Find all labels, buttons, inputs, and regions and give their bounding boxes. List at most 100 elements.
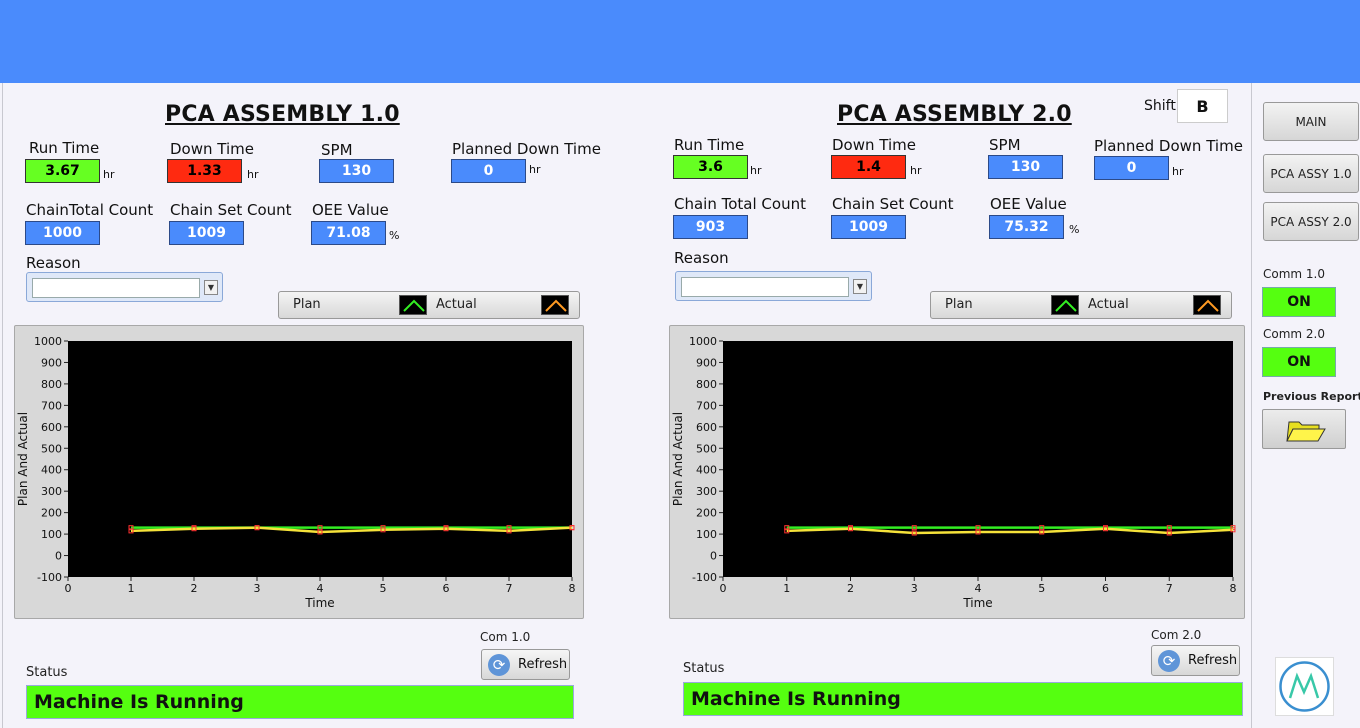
down-time-indicator: 1.33	[167, 159, 242, 183]
x-tick-label: 3	[911, 582, 918, 595]
planned-down-time-indicator: 0	[1094, 156, 1169, 180]
chain-set-count-label: Chain Set Count	[832, 195, 954, 213]
y-tick-label: 400	[41, 464, 62, 477]
run-time-unit: hr	[750, 164, 762, 177]
y-tick-label: 700	[41, 399, 62, 412]
run-time-label: Run Time	[674, 136, 745, 154]
y-tick-label: 500	[41, 442, 62, 455]
reason-dropdown[interactable]: ▼	[26, 272, 223, 302]
y-tick-label: 100	[696, 528, 717, 541]
company-logo	[1275, 657, 1334, 716]
x-tick-label: 0	[720, 582, 727, 595]
pca-assy-2-button[interactable]: PCA ASSY 2.0	[1263, 202, 1359, 241]
chain-total-count-label: ChainTotal Count	[26, 201, 154, 219]
planned-down-time-indicator: 0	[451, 159, 526, 183]
plot-legend: Plan Actual	[278, 291, 580, 319]
previous-report-button[interactable]	[1262, 409, 1346, 449]
refresh-button[interactable]: ⟳ Refresh	[481, 649, 570, 680]
spm-indicator: 130	[988, 155, 1063, 179]
chevron-down-icon[interactable]: ▼	[853, 279, 867, 294]
com-label: Com 1.0	[480, 630, 531, 644]
y-tick-label: 1000	[689, 335, 717, 348]
y-tick-label: -100	[692, 571, 717, 584]
x-tick-label: 0	[65, 582, 72, 595]
refresh-icon: ⟳	[488, 653, 510, 676]
y-tick-label: 600	[41, 421, 62, 434]
legend-actual-label: Actual	[436, 297, 477, 312]
x-tick-label: 6	[443, 582, 450, 595]
x-tick-label: 4	[975, 582, 982, 595]
reason-dropdown[interactable]: ▼	[675, 271, 872, 301]
y-tick-label: 100	[41, 528, 62, 541]
y-tick-label: 300	[41, 485, 62, 498]
x-tick-label: 5	[1038, 582, 1045, 595]
x-tick-label: 2	[847, 582, 854, 595]
plan-swatch-icon	[399, 295, 427, 315]
comm-2-indicator: ON	[1262, 347, 1336, 377]
main-button[interactable]: MAIN	[1263, 102, 1359, 141]
planned-down-time-unit: hr	[529, 163, 541, 176]
refresh-label: Refresh	[1188, 653, 1238, 668]
shift-indicator: B	[1177, 89, 1228, 123]
y-tick-label: 800	[41, 378, 62, 391]
x-axis-label: Time	[304, 596, 334, 610]
reason-field[interactable]	[681, 277, 849, 297]
x-tick-label: 2	[191, 582, 198, 595]
refresh-label: Refresh	[518, 657, 568, 672]
pca-assy-1-button[interactable]: PCA ASSY 1.0	[1263, 154, 1359, 193]
y-tick-label: 400	[696, 464, 717, 477]
y-tick-label: 0	[55, 550, 62, 563]
legend-plan-label: Plan	[293, 297, 321, 312]
down-time-unit: hr	[910, 164, 922, 177]
y-tick-label: 700	[696, 399, 717, 412]
y-tick-label: 200	[696, 507, 717, 520]
x-tick-label: 1	[128, 582, 135, 595]
oee-value-indicator: 75.32	[989, 215, 1064, 239]
comm-1-indicator: ON	[1262, 287, 1336, 317]
panel-title: PCA ASSEMBLY 1.0	[165, 102, 400, 127]
run-time-label: Run Time	[29, 139, 100, 157]
reason-label: Reason	[674, 249, 729, 267]
x-tick-label: 6	[1102, 582, 1109, 595]
y-tick-label: 0	[710, 550, 717, 563]
oee-value-indicator: 71.08	[311, 221, 386, 245]
chart-svg: -100010020030040050060070080090010000 1 2 3…	[671, 335, 1237, 610]
planned-down-time-label: Planned Down Time	[1094, 137, 1243, 155]
y-tick-label: 800	[696, 378, 717, 391]
oee-value-label: OEE Value	[990, 195, 1067, 213]
chain-set-count-label: Chain Set Count	[170, 201, 292, 219]
folder-open-icon	[1286, 421, 1326, 442]
actual-swatch-icon	[541, 295, 569, 315]
x-tick-label: 4	[317, 582, 324, 595]
plot-area	[723, 341, 1233, 577]
y-axis-label: Plan And Actual	[671, 412, 685, 506]
refresh-button[interactable]: ⟳ Refresh	[1151, 645, 1240, 676]
reason-field[interactable]	[32, 278, 200, 298]
y-tick-label: 300	[696, 485, 717, 498]
x-tick-label: 7	[506, 582, 513, 595]
y-axis-label: Plan And Actual	[16, 412, 30, 506]
x-tick-label: 3	[254, 582, 261, 595]
x-tick-label: 1	[783, 582, 790, 595]
spm-label: SPM	[989, 136, 1021, 154]
planned-down-time-unit: hr	[1172, 165, 1184, 178]
plot-area	[68, 341, 572, 577]
spm-indicator: 130	[319, 159, 394, 183]
run-time-unit: hr	[103, 168, 115, 181]
plan-swatch-icon	[1051, 295, 1079, 315]
y-tick-label: 500	[696, 442, 717, 455]
panel-title: PCA ASSEMBLY 2.0	[837, 102, 1072, 127]
chart-svg: -100010020030040050060070080090010000 1 2 3…	[16, 335, 576, 610]
sidebar-divider	[1251, 83, 1252, 728]
status-indicator: Machine Is Running	[26, 685, 574, 719]
x-tick-label: 8	[1230, 582, 1237, 595]
oee-value-unit: %	[389, 229, 400, 242]
spm-label: SPM	[321, 141, 353, 159]
comm-2-label: Comm 2.0	[1263, 327, 1325, 341]
status-indicator: Machine Is Running	[683, 682, 1243, 716]
run-time-indicator: 3.67	[25, 159, 100, 183]
chain-set-count-indicator: 1009	[169, 221, 244, 245]
y-tick-label: -100	[37, 571, 62, 584]
chevron-down-icon[interactable]: ▼	[204, 280, 218, 295]
refresh-icon: ⟳	[1158, 649, 1180, 672]
